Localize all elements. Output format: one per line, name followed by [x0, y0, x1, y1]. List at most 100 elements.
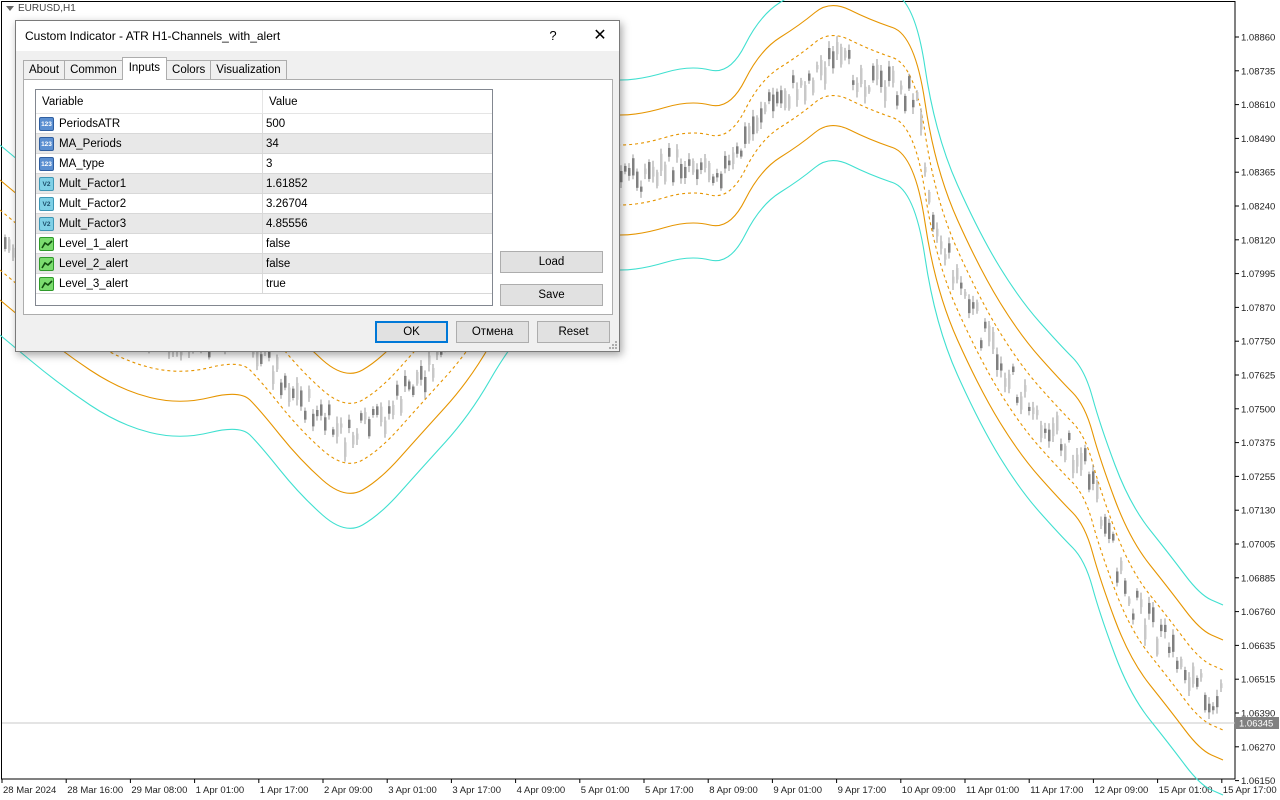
column-header-value[interactable]: Value [263, 90, 492, 113]
time-tick-label: 5 Apr 01:00 [581, 785, 630, 796]
close-icon[interactable]: ✕ [582, 21, 618, 51]
candle-body [1160, 624, 1163, 632]
price-tick-label: 1.08490 [1241, 134, 1275, 145]
integer-type-icon: 123 [39, 156, 54, 171]
candle-body [368, 419, 371, 437]
variable-cell: Level_3_alert [36, 274, 263, 293]
value-cell[interactable]: 3.26704 [263, 194, 492, 213]
variable-name: Mult_Factor1 [59, 177, 127, 190]
load-button[interactable]: Load [500, 251, 603, 273]
candle-body [1012, 366, 1015, 373]
dialog-titlebar[interactable]: Custom Indicator - ATR H1-Channels_with_… [16, 21, 619, 51]
candle-body [4, 237, 7, 249]
tab-inputs[interactable]: Inputs [121, 57, 168, 80]
variable-name: Level_2_alert [59, 257, 129, 270]
candle-body [1048, 429, 1051, 442]
value-cell[interactable]: false [263, 234, 492, 253]
ok-button[interactable]: OK [375, 321, 448, 343]
candle-body [1188, 677, 1191, 691]
candle-body [752, 116, 755, 135]
candle-body [304, 410, 307, 420]
value-cell[interactable]: true [263, 274, 492, 293]
candle-body [376, 406, 379, 415]
variable-cell: Level_1_alert [36, 234, 263, 253]
candle-body [1052, 423, 1055, 437]
chart-menu-icon[interactable] [6, 5, 14, 11]
inputs-panel: Variable Value 123 PeriodsATR 500 123 MA_Per… [23, 79, 613, 315]
candle-body [884, 86, 887, 102]
value-cell[interactable]: 500 [263, 114, 492, 133]
candle-body [1192, 666, 1195, 684]
reset-button[interactable]: Reset [537, 321, 610, 343]
candle-body [348, 419, 351, 429]
price-tick-label: 1.07255 [1241, 472, 1275, 483]
candle-body [952, 276, 955, 284]
double-type-icon: V2 [39, 216, 54, 231]
table-row[interactable]: 123 PeriodsATR 500 [36, 114, 492, 134]
candle-body [980, 340, 983, 349]
indicator-dialog: Custom Indicator - ATR H1-Channels_with_… [15, 20, 620, 352]
candle-body [820, 59, 823, 76]
price-tick-label: 1.08735 [1241, 66, 1275, 77]
candle-body [1172, 634, 1175, 652]
candle-body [740, 150, 743, 157]
candle-body [1076, 454, 1079, 467]
candle-body [628, 168, 631, 176]
value-cell[interactable]: 4.85556 [263, 214, 492, 233]
candle-body [680, 164, 683, 179]
tab-about[interactable]: About [23, 60, 66, 80]
candle-body [964, 291, 967, 296]
time-tick-label: 11 Apr 17:00 [1030, 785, 1083, 796]
value-cell[interactable]: 34 [263, 134, 492, 153]
table-row[interactable]: 123 MA_Periods 34 [36, 134, 492, 154]
table-row[interactable]: 123 MA_type 3 [36, 154, 492, 174]
candle-body [856, 82, 859, 92]
candle-body [1116, 571, 1119, 583]
candle-body [1152, 607, 1155, 623]
tab-colors[interactable]: Colors [166, 60, 212, 80]
candle-body [676, 149, 679, 158]
candle-body [404, 375, 407, 387]
table-row[interactable]: Level_3_alert true [36, 274, 492, 294]
value-cell[interactable]: false [263, 254, 492, 273]
candle-body [1220, 683, 1223, 689]
candle-body [664, 164, 667, 182]
candle-body [300, 390, 303, 407]
value-cell[interactable]: 3 [263, 154, 492, 173]
candle-body [1120, 560, 1123, 571]
candle-body [744, 126, 747, 144]
candle-body [640, 186, 643, 192]
help-button[interactable]: ? [538, 21, 568, 51]
candle-body [356, 433, 359, 440]
candle-body [988, 325, 991, 342]
cancel-button[interactable]: Отмена [456, 321, 529, 343]
table-row[interactable]: V2 Mult_Factor1 1.61852 [36, 174, 492, 194]
candle-body [320, 404, 323, 416]
candle-body [768, 92, 771, 102]
save-button[interactable]: Save [500, 284, 603, 306]
price-tick-label: 1.07500 [1241, 404, 1275, 415]
tab-visualization[interactable]: Visualization [210, 60, 287, 80]
column-header-variable[interactable]: Variable [36, 90, 263, 113]
candle-body [804, 85, 807, 101]
candle-body [716, 173, 719, 178]
candle-body [364, 412, 367, 420]
candle-body [708, 162, 711, 181]
tab-common[interactable]: Common [64, 60, 123, 80]
variable-name: Mult_Factor3 [59, 217, 127, 230]
candle-body [728, 160, 731, 166]
table-row[interactable]: V2 Mult_Factor3 4.85556 [36, 214, 492, 234]
candle-body [700, 162, 703, 170]
resize-grip-icon[interactable] [608, 340, 618, 350]
candle-body [1156, 638, 1159, 655]
candle-body [1036, 409, 1039, 416]
table-row[interactable]: V2 Mult_Factor2 3.26704 [36, 194, 492, 214]
candle-body [748, 126, 751, 141]
value-cell[interactable]: 1.61852 [263, 174, 492, 193]
price-tick-label: 1.06515 [1241, 675, 1275, 686]
candle-body [872, 65, 875, 81]
candle-body [1128, 598, 1131, 604]
table-row[interactable]: Level_2_alert false [36, 254, 492, 274]
table-row[interactable]: Level_1_alert false [36, 234, 492, 254]
candle-body [824, 67, 827, 84]
